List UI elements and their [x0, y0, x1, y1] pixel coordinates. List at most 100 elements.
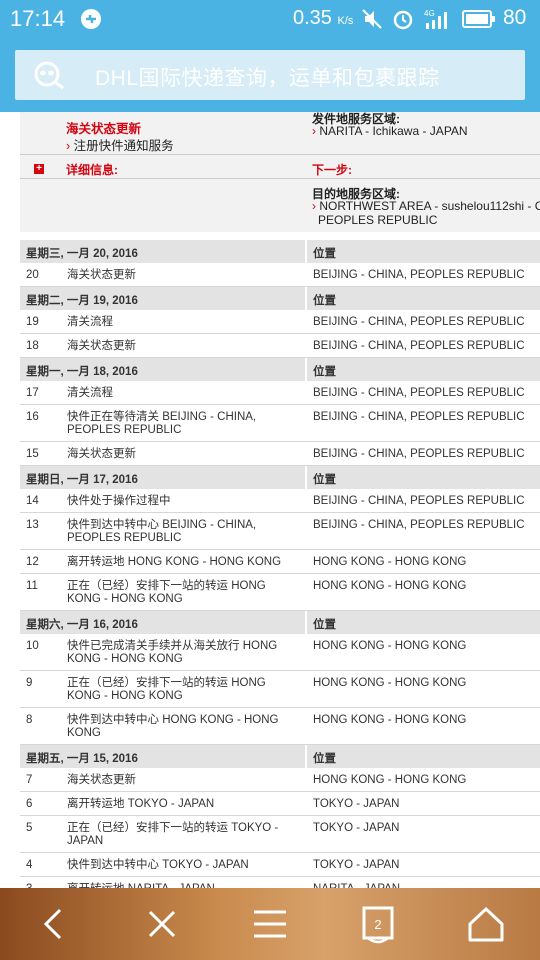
menu-icon[interactable]	[248, 902, 292, 946]
page-title: DHL国际快递查询，运单和包裹跟踪	[95, 67, 440, 90]
event-description: 清关流程	[67, 387, 113, 399]
table-row: 17 清关流程 BEIJING - CHINA, PEOPLES REPUBLIC	[20, 381, 540, 405]
event-description: 海关状态更新	[67, 774, 136, 786]
browser-toolbar: DHL国际快递查询，运单和包裹跟踪	[0, 40, 540, 151]
location-header: 位置	[313, 619, 336, 631]
event-description: 海关状态更新	[67, 340, 136, 352]
status-bar: 17:14 0.35 K/s 4G 80	[0, 0, 540, 40]
event-number: 14	[26, 495, 39, 507]
back-icon[interactable]	[32, 902, 76, 946]
event-description: 正在（已经）安排下一站的转运 HONG KONG - HONG KONG	[67, 677, 266, 702]
notify-link[interactable]: › 注册快件通知服务	[66, 135, 174, 154]
date-label: 星期二, 一月 19, 2016	[26, 295, 138, 307]
svg-text:2: 2	[374, 917, 381, 932]
column-divider	[305, 745, 307, 768]
signal-icon: 4G	[424, 9, 447, 29]
date-label: 星期日, 一月 17, 2016	[26, 474, 138, 486]
destination-value: › NORTHWEST AREA - sushelou112shi - CHIN	[312, 199, 540, 213]
event-number: 12	[26, 556, 39, 568]
column-divider	[305, 358, 307, 381]
column-divider	[305, 334, 307, 357]
table-row: 20 海关状态更新 BEIJING - CHINA, PEOPLES REPUBLI…	[20, 263, 540, 287]
event-description: 快件已完成清关手续并从海关放行 HONG KONG - HONG KONG	[67, 640, 278, 665]
event-description: 正在（已经）安排下一站的转运 HONG KONG - HONG KONG	[67, 580, 266, 605]
event-description: 快件到达中转中心 TOKYO - JAPAN	[67, 859, 249, 871]
column-divider	[305, 466, 307, 489]
column-divider	[305, 513, 307, 549]
date-header-row: 星期五, 一月 15, 2016 位置	[20, 745, 540, 768]
column-divider	[305, 263, 307, 286]
svg-text:4G: 4G	[424, 9, 435, 18]
clock: 17:14	[10, 6, 66, 31]
table-row: 9 正在（已经）安排下一站的转运 HONG KONG - HONG KONG HON…	[20, 671, 540, 708]
event-description: 离开转运地 HONG KONG - HONG KONG	[67, 556, 282, 568]
event-number: 20	[26, 269, 39, 281]
event-description: 快件正在等待清关 BEIJING - CHINA, PEOPLES REPUBL…	[67, 411, 257, 436]
column-divider	[305, 877, 307, 888]
event-location: HONG KONG - HONG KONG	[313, 714, 467, 726]
table-row: 6 离开转运地 TOKYO - JAPAN TOKYO - JAPAN	[20, 792, 540, 816]
column-divider	[305, 310, 307, 333]
event-description: 快件到达中转中心 HONG KONG - HONG KONG	[67, 714, 279, 739]
table-row: 3离开转运地 NARITA - JAPANNARITA - JAPAN	[20, 877, 540, 888]
table-row: 13 快件到达中转中心 BEIJING - CHINA, PEOPLES REPU…	[20, 513, 540, 550]
event-location: HONG KONG - HONG KONG	[313, 677, 467, 689]
table-row: 18 海关状态更新 BEIJING - CHINA, PEOPLES REPUBLI…	[20, 334, 540, 358]
event-number: 5	[26, 822, 33, 834]
event-location: BEIJING - CHINA, PEOPLES REPUBLIC	[313, 269, 525, 281]
event-location: BEIJING - CHINA, PEOPLES REPUBLIC	[313, 340, 525, 352]
column-divider	[305, 634, 307, 670]
event-number: 19	[26, 316, 39, 328]
event-number: 11	[26, 580, 38, 592]
event-number: 7	[26, 774, 33, 786]
event-description: 快件处于操作过程中	[67, 495, 171, 507]
event-location: BEIJING - CHINA, PEOPLES REPUBLIC	[313, 495, 525, 507]
column-divider	[305, 550, 307, 573]
table-row: 14 快件处于操作过程中 BEIJING - CHINA, PEOPLES REPU…	[20, 489, 540, 513]
event-number: 10	[26, 640, 39, 652]
close-icon[interactable]	[140, 902, 184, 946]
column-divider	[305, 671, 307, 707]
event-location: BEIJING - CHINA, PEOPLES REPUBLIC	[313, 411, 525, 423]
location-header: 位置	[313, 366, 336, 378]
table-row: 10 快件已完成清关手续并从海关放行 HONG KONG - HONG KONG H…	[20, 634, 540, 671]
destination-value-cont: PEOPLES REPUBLIC	[318, 213, 438, 227]
address-bar[interactable]: DHL国际快递查询，运单和包裹跟踪	[15, 50, 525, 100]
web-content: 海关状态更新 › 注册快件通知服务 发件地服务区域: › NARITA - Ic…	[0, 112, 540, 888]
event-number: 8	[26, 714, 33, 726]
table-row: 15 海关状态更新 BEIJING - CHINA, PEOPLES REPUBLI…	[20, 442, 540, 466]
tabs-icon[interactable]: 2	[356, 902, 400, 946]
event-location: HONG KONG - HONG KONG	[313, 774, 467, 786]
date-header-row: 星期二, 一月 19, 2016 位置	[20, 287, 540, 310]
column-divider	[305, 381, 307, 404]
alarm-icon	[393, 10, 413, 30]
event-location: HONG KONG - HONG KONG	[313, 556, 467, 568]
date-label: 星期三, 一月 20, 2016	[26, 248, 138, 260]
column-divider	[305, 853, 307, 876]
table-row: 4 快件到达中转中心 TOKYO - JAPAN TOKYO - JAPAN	[20, 853, 540, 877]
date-header-row: 星期日, 一月 17, 2016 位置	[20, 466, 540, 489]
location-header: 位置	[313, 295, 336, 307]
table-row: 12 离开转运地 HONG KONG - HONG KONG HONG KONG -…	[20, 550, 540, 574]
date-header-row: 星期六, 一月 16, 2016 位置	[20, 611, 540, 634]
expand-icon[interactable]: +	[34, 164, 44, 174]
app-notification-icon	[81, 9, 101, 29]
column-divider	[305, 489, 307, 512]
event-number: 18	[26, 340, 39, 352]
divider	[20, 178, 540, 179]
date-label: 星期五, 一月 15, 2016	[26, 753, 138, 765]
next-step-label: 下一步:	[312, 163, 352, 177]
event-number: 16	[26, 411, 39, 423]
date-label: 星期一, 一月 18, 2016	[26, 366, 138, 378]
table-row: 11 正在（已经）安排下一站的转运 HONG KONG - HONG KONG HO…	[20, 574, 540, 611]
home-icon[interactable]	[464, 902, 508, 946]
detail-label[interactable]: 详细信息:	[66, 161, 118, 178]
date-header-row: 星期一, 一月 18, 2016 位置	[20, 358, 540, 381]
event-number: 9	[26, 677, 33, 689]
event-description: 海关状态更新	[67, 269, 136, 281]
event-description: 快件到达中转中心 BEIJING - CHINA, PEOPLES REPUBL…	[67, 519, 257, 544]
event-location: BEIJING - CHINA, PEOPLES REPUBLIC	[313, 316, 525, 328]
location-header: 位置	[313, 474, 336, 486]
column-divider	[305, 611, 307, 634]
event-location: TOKYO - JAPAN	[313, 798, 400, 810]
